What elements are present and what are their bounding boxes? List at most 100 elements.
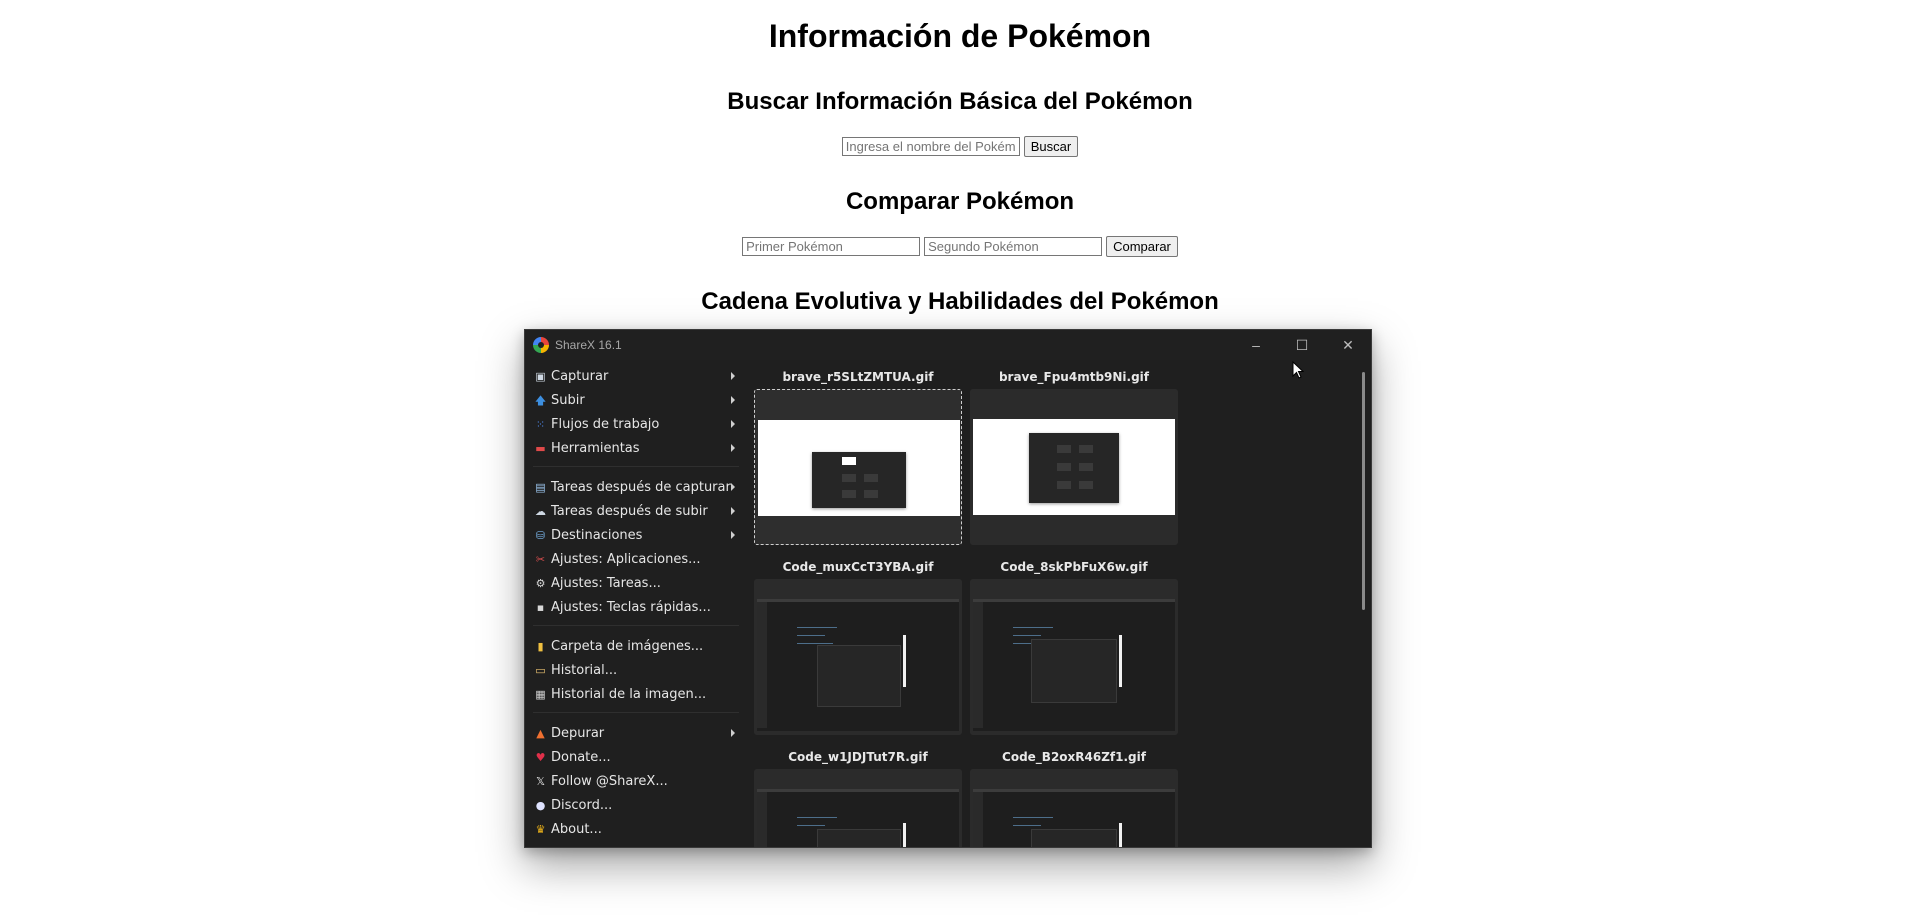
mini-cell — [1057, 463, 1071, 471]
file-name: brave_Fpu4mtb9Ni.gif — [998, 370, 1150, 384]
menu-item-donate[interactable]: ♥ Donate... — [533, 746, 739, 768]
after-upload-icon: ☁ — [535, 504, 546, 518]
code-preview — [757, 789, 959, 847]
pokemon-page: Información de Pokémon Buscar Informació… — [0, 0, 1920, 917]
mini-cell — [1057, 481, 1071, 489]
menu-item-depurar[interactable]: ▲ Depurar — [533, 722, 739, 744]
sharex-logo-icon — [533, 337, 549, 353]
menu-item-subir[interactable]: 🡅 Subir — [533, 389, 739, 411]
menu-item-historial[interactable]: ▭ Historial... — [533, 659, 739, 681]
after-capture-icon: ▤ — [535, 480, 546, 494]
code-white-bar — [1119, 635, 1122, 687]
second-pokemon-input[interactable] — [924, 237, 1103, 256]
file-thumbnail[interactable] — [754, 579, 962, 735]
scrollbar-thumb[interactable] — [1362, 372, 1365, 610]
menu-item-carpeta-imagenes[interactable]: ▮ Carpeta de imágenes... — [533, 635, 739, 657]
capture-icon: ▣ — [535, 369, 546, 383]
upload-arrow-icon: 🡅 — [534, 393, 547, 407]
menu-item-tareas-despues-subir[interactable]: ☁ Tareas después de subir — [533, 500, 739, 522]
image-history-icon: ▦ — [535, 687, 546, 701]
minimize-button[interactable]: – — [1233, 330, 1279, 360]
file-thumbnail[interactable] — [970, 579, 1178, 735]
mini-cell — [864, 490, 878, 498]
code-preview — [757, 599, 959, 731]
menu-item-ajustes-teclas[interactable]: ▪ Ajustes: Teclas rápidas... — [533, 596, 739, 618]
menu-item-destinaciones[interactable]: ⛁ Destinaciones — [533, 524, 739, 546]
submenu-arrow-icon — [731, 396, 735, 404]
file-name: brave_r5SLtZMTUA.gif — [782, 370, 934, 384]
crown-icon: ♛ — [535, 822, 546, 836]
code-activitybar — [757, 602, 767, 728]
browser-preview — [758, 420, 960, 516]
menu-item-flujos-de-trabajo[interactable]: ⁙ Flujos de trabajo — [533, 413, 739, 435]
sharex-scrollbar[interactable] — [1357, 360, 1371, 847]
code-line — [1013, 825, 1041, 826]
file-name: Code_B2oxR46Zf1.gif — [1002, 750, 1146, 764]
mini-cell — [842, 474, 856, 482]
evolution-heading: Cadena Evolutiva y Habilidades del Pokém… — [701, 288, 1219, 315]
code-activitybar — [973, 792, 983, 847]
file-thumbnail[interactable] — [970, 769, 1178, 847]
code-line — [1013, 635, 1041, 636]
menu-item-follow[interactable]: 𝕏 Follow @ShareX... — [533, 770, 739, 792]
mini-cell — [1079, 481, 1093, 489]
menu-item-label: Capturar — [551, 368, 609, 384]
code-titlebar — [757, 789, 959, 792]
menu-separator — [533, 712, 739, 713]
code-line — [797, 643, 833, 644]
menu-item-label: Herramientas — [551, 440, 640, 456]
app-settings-icon: ✂ — [535, 552, 546, 566]
close-button[interactable]: ✕ — [1325, 330, 1371, 360]
sharex-titlebar[interactable]: ShareX 16.1 – ☐ ✕ — [525, 330, 1371, 360]
debug-icon: ▲ — [536, 726, 545, 740]
menu-item-ajustes-tareas[interactable]: ⚙ Ajustes: Tareas... — [533, 572, 739, 594]
history-icon: ▭ — [535, 663, 546, 677]
compare-heading: Comparar Pokémon — [845, 188, 1075, 215]
tools-icon: ▬ — [535, 441, 546, 455]
menu-item-label: Ajustes: Aplicaciones... — [551, 551, 701, 567]
x-logo-icon: 𝕏 — [536, 774, 545, 788]
menu-item-ajustes-aplicaciones[interactable]: ✂ Ajustes: Aplicaciones... — [533, 548, 739, 570]
menu-item-label: Follow @ShareX... — [551, 773, 668, 789]
menu-item-discord[interactable]: ● Discord... — [533, 794, 739, 816]
code-line — [1013, 817, 1053, 818]
menu-item-label: Flujos de trabajo — [551, 416, 660, 432]
menu-item-label: Destinaciones — [551, 527, 643, 543]
menu-item-tareas-despues-capturar[interactable]: ▤ Tareas después de capturar — [533, 476, 739, 498]
file-name: Code_w1JDJTut7R.gif — [788, 750, 928, 764]
submenu-arrow-icon — [731, 729, 735, 737]
menu-item-herramientas[interactable]: ▬ Herramientas — [533, 437, 739, 459]
mini-cell — [864, 474, 878, 482]
menu-item-label: Historial de la imagen... — [551, 686, 707, 702]
code-titlebar — [973, 599, 1175, 602]
mouse-cursor-icon — [1292, 361, 1305, 379]
mini-cell — [842, 457, 856, 465]
code-line — [797, 825, 825, 826]
search-button[interactable]: Buscar — [1023, 136, 1079, 157]
menu-item-capturar[interactable]: ▣ Capturar — [533, 365, 739, 387]
menu-item-historial-imagen[interactable]: ▦ Historial de la imagen... — [533, 683, 739, 705]
code-white-bar — [1119, 823, 1122, 847]
file-thumbnail[interactable] — [754, 389, 962, 545]
submenu-arrow-icon — [731, 483, 735, 491]
compare-row: Comparar — [0, 236, 1920, 257]
basic-info-heading: Buscar Información Básica del Pokémon — [727, 88, 1193, 115]
file-thumbnail[interactable] — [970, 389, 1178, 545]
first-pokemon-input[interactable] — [742, 237, 921, 256]
code-activitybar — [757, 792, 767, 847]
menu-item-about[interactable]: ♛ About... — [533, 818, 739, 840]
maximize-button[interactable]: ☐ — [1279, 330, 1325, 360]
discord-icon: ● — [535, 798, 546, 812]
mini-cell — [1079, 445, 1093, 453]
destinations-icon: ⛁ — [535, 528, 546, 542]
file-thumbnail[interactable] — [754, 769, 962, 847]
sharex-window: ShareX 16.1 – ☐ ✕ ▣ Capturar 🡅 Subir ⁙ F… — [524, 329, 1372, 848]
menu-separator — [533, 625, 739, 626]
heart-icon: ♥ — [535, 750, 546, 764]
workflows-icon: ⁙ — [535, 417, 546, 431]
menu-item-label: Historial... — [551, 662, 618, 678]
compare-button[interactable]: Comparar — [1106, 236, 1178, 257]
code-preview-window — [1031, 829, 1117, 847]
menu-item-label: Subir — [551, 392, 585, 408]
pokemon-name-input[interactable] — [841, 137, 1020, 156]
